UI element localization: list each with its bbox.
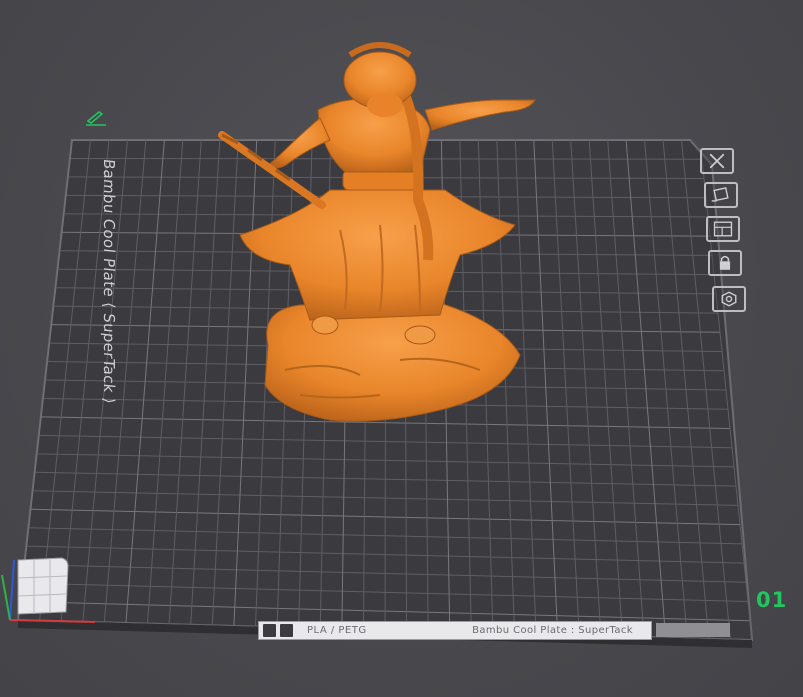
lock-icon bbox=[719, 255, 731, 270]
plate-info-strip: PLA / PETG Bambu Cool Plate : SuperTack bbox=[258, 621, 652, 640]
arrange-button[interactable] bbox=[706, 216, 740, 242]
plate-type-icon bbox=[280, 624, 293, 637]
plate-name-label: Bambu Cool Plate : SuperTack bbox=[472, 625, 633, 636]
close-icon bbox=[709, 153, 725, 169]
y-axis-line bbox=[9, 559, 15, 621]
plate-layout-icon bbox=[263, 624, 276, 637]
auto-orient-icon bbox=[711, 187, 729, 202]
plate-info-strip-right bbox=[656, 623, 730, 637]
auto-orient-button[interactable] bbox=[704, 182, 738, 208]
remove-plate-button[interactable] bbox=[700, 148, 734, 174]
arrange-icon bbox=[713, 221, 733, 237]
z-axis-line bbox=[1, 574, 11, 621]
plate-type-label: Bambu Cool Plate ⟨ SuperTack ⟩ bbox=[100, 158, 118, 405]
edit-plate-name-icon[interactable] bbox=[84, 108, 108, 126]
plate-number[interactable]: 01 bbox=[756, 588, 787, 612]
3d-viewport[interactable]: Bambu Cool Plate ⟨ SuperTack ⟩ 01 PLA / … bbox=[0, 0, 803, 697]
origin-corner-widget bbox=[17, 557, 69, 615]
plate-toolbar bbox=[698, 144, 756, 324]
plate-settings-icon bbox=[721, 291, 737, 307]
model-figure[interactable] bbox=[218, 42, 536, 422]
build-plate-scene[interactable] bbox=[0, 0, 803, 697]
lock-plate-button[interactable] bbox=[708, 250, 742, 276]
plate-settings-button[interactable] bbox=[712, 286, 746, 312]
material-label: PLA / PETG bbox=[307, 625, 367, 636]
